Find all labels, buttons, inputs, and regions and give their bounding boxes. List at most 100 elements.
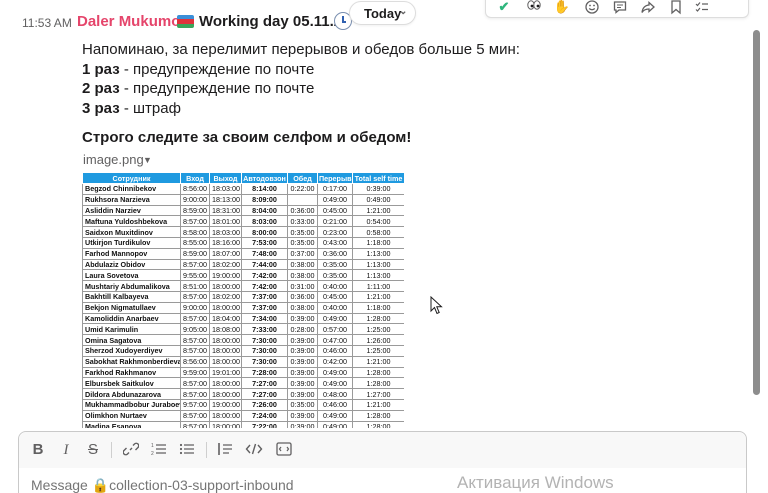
table-cell: 0:39:00 [287, 366, 318, 379]
blockquote-icon[interactable] [216, 441, 234, 459]
table-cell: 8:57:00 [180, 258, 210, 271]
table-cell: 1:27:00 [352, 388, 404, 400]
employee-name-cell: Kamoliddin Anarbaev [82, 312, 181, 325]
table-cell: 18:13:00 [209, 193, 242, 206]
table-cell: 0:35:00 [287, 236, 318, 249]
message-emphasis: Строго следите за своим селфом и обедом! [82, 129, 412, 146]
table-row: Mushtariy Abdumalikova 8:51:00 18:00:00 7:4… [82, 280, 404, 292]
message-composer: B I S 12 [18, 431, 747, 493]
table-cell: 0:58:00 [352, 226, 404, 238]
table-cell: 8:56:00 [180, 183, 210, 195]
table-cell: 1:21:00 [352, 204, 404, 217]
table-cell: 8:57:00 [180, 312, 210, 325]
table-row: Mukhammadbobur Juraboev 9:57:00 19:00:00 7:… [82, 398, 404, 411]
table-column-header: Total self time [352, 172, 404, 184]
attachment-collapse-caret-icon[interactable]: ▼ [143, 155, 152, 165]
table-cell: 7:30:00 [241, 355, 288, 368]
rule-count: 2 раз [82, 80, 120, 97]
table-row: Sherzod Xudoyerdiyev 8:57:00 18:00:00 7:30:… [82, 344, 404, 357]
employee-name-cell: Dildora Abdunazarova [82, 388, 181, 400]
table-cell: 18:00:00 [209, 377, 242, 390]
table-row: Sabokhat Rakhmonberdieva 8:56:00 18:00:00 7… [82, 355, 404, 368]
chevron-down-icon: ⌄ [399, 6, 408, 17]
table-cell: 0:48:00 [317, 388, 353, 400]
table-cell: 8:55:00 [180, 236, 210, 249]
table-column-header: Выход [209, 172, 242, 184]
table-cell: 18:16:00 [209, 236, 242, 249]
table-row: Begzod Chinnibekov 8:56:00 18:03:00 8:14:00… [82, 183, 404, 195]
table-cell: 7:27:00 [241, 377, 288, 390]
table-cell: 8:56:00 [180, 355, 210, 368]
message-body: Напоминаю, за перелимит перерывов и обед… [82, 40, 642, 148]
scrollbar-thumb[interactable] [753, 30, 760, 395]
rule-penalty: - предупреждение по почте [119, 60, 315, 78]
forward-icon[interactable] [638, 0, 658, 15]
table-cell: 0:49:00 [352, 193, 404, 206]
table-cell: 1:21:00 [352, 398, 404, 411]
more-actions-icon[interactable] [692, 0, 712, 15]
check-mark-icon[interactable]: ✔ [494, 0, 514, 15]
table-cell: 7:42:00 [241, 269, 288, 282]
table-cell: 8:59:00 [180, 204, 210, 217]
rule-penalty: - штраф [119, 99, 181, 117]
table-cell: 0:38:00 [287, 301, 318, 314]
table-cell: 0:39:00 [287, 312, 318, 325]
rule-penalty: - предупреждение по почте [119, 80, 315, 97]
table-cell: 18:08:00 [209, 323, 242, 336]
table-cell: 8:57:00 [180, 215, 210, 228]
table-row: Laura Sovetova 9:55:00 19:00:00 7:42:00 0:38… [82, 269, 404, 282]
table-cell: 0:39:00 [352, 183, 404, 195]
table-cell: 0:28:00 [287, 323, 318, 336]
eyes-icon[interactable] [524, 0, 544, 15]
link-icon[interactable] [122, 441, 140, 459]
italic-icon[interactable]: I [59, 441, 73, 459]
table-cell: 1:25:00 [352, 344, 404, 357]
table-cell: 0:47:00 [317, 334, 353, 346]
bold-icon[interactable]: B [31, 441, 45, 459]
bookmark-icon[interactable] [666, 0, 686, 15]
strikethrough-icon[interactable]: S [85, 441, 101, 459]
table-cell: 0:46:00 [317, 398, 353, 411]
table-row: Bakhtill Kalbayeva 8:57:00 18:02:00 7:37:00… [82, 290, 404, 303]
employee-name-cell: Umid Karimulin [82, 323, 181, 336]
attachment-image[interactable]: Сотрудник Вход Выход Автодовзон Обед Перерыв T… [82, 172, 404, 428]
code-icon[interactable] [244, 441, 264, 459]
table-cell: 19:00:00 [209, 398, 242, 411]
table-cell: 7:27:00 [241, 388, 288, 400]
message-timestamp[interactable]: 11:53 AM [22, 16, 72, 30]
table-cell: 18:31:00 [209, 204, 242, 217]
raised-hands-icon[interactable]: ✋ [552, 0, 572, 15]
table-cell: 18:04:00 [209, 312, 242, 325]
table-cell: 8:57:00 [180, 377, 210, 390]
table-cell: 0:49:00 [317, 409, 353, 422]
table-cell: 9:59:00 [180, 366, 210, 379]
bulleted-list-icon[interactable] [178, 441, 196, 459]
employee-name-cell: Abdulaziz Obidov [82, 258, 181, 271]
table-cell: 18:00:00 [209, 344, 242, 357]
table-cell [287, 193, 318, 206]
message-author[interactable]: Daler Mukumov [77, 13, 189, 30]
code-block-icon[interactable] [274, 441, 294, 459]
mouse-pointer-icon [430, 296, 443, 315]
employee-name-cell: Maftuna Yuldoshbekova [82, 215, 181, 228]
ordered-list-icon[interactable]: 12 [150, 441, 168, 459]
table-cell: 0:39:00 [287, 344, 318, 357]
table-cell: 0:46:00 [317, 344, 353, 357]
date-jump-button[interactable]: Today ⌄ [349, 1, 416, 25]
add-reaction-icon[interactable] [582, 0, 602, 15]
table-body: Begzod Chinnibekov 8:56:00 18:03:00 8:14:00… [82, 183, 404, 428]
table-cell: 0:39:00 [287, 377, 318, 390]
table-cell: 8:58:00 [180, 226, 210, 238]
table-cell: 18:02:00 [209, 258, 242, 271]
table-row: Omina Sagatova 8:57:00 18:00:00 7:30:00 0:39… [82, 334, 404, 346]
employee-name-cell: Utkirjon Turdikulov [82, 236, 181, 249]
table-cell: 7:48:00 [241, 247, 288, 260]
reply-in-thread-icon[interactable] [610, 0, 630, 15]
table-cell: 0:35:00 [317, 258, 353, 271]
table-cell: 0:35:00 [317, 269, 353, 282]
table-cell: 8:03:00 [241, 215, 288, 228]
table-cell: 1:28:00 [352, 377, 404, 390]
attachment-filename[interactable]: image.png [83, 152, 144, 167]
rule-line: 2 раз - предупреждение по почте [82, 79, 642, 99]
table-cell: 0:49:00 [317, 377, 353, 390]
